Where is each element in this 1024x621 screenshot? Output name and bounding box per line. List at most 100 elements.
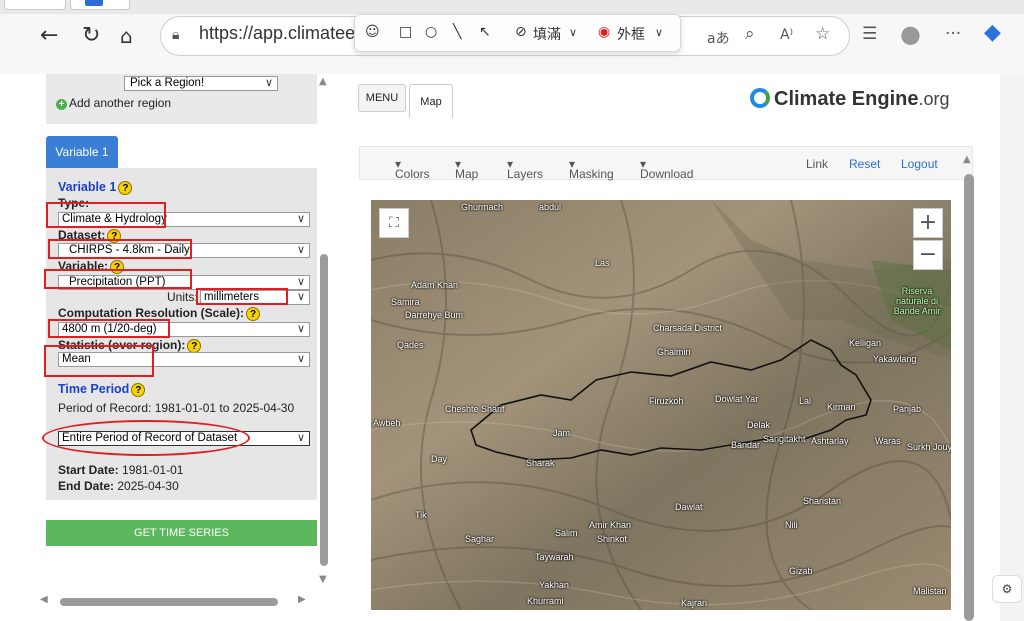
map-label: Tik: [415, 510, 427, 520]
map-label: Firuzkoh: [649, 396, 684, 406]
map-label: Day: [431, 454, 448, 464]
nav-link[interactable]: Link: [806, 157, 828, 171]
fill-none-icon[interactable]: ⊘: [515, 24, 527, 40]
main-scrollbar[interactable]: ▲: [962, 152, 976, 621]
map-label: Cheshte Sharif: [445, 404, 505, 414]
map-label: Kajran: [681, 598, 708, 608]
map-label: Surkh Jouy: [907, 442, 951, 452]
map-label: Charsada District: [653, 323, 723, 333]
sidebar: Pick a Region! ∨ + Add another region Vari…: [42, 74, 317, 621]
zoom-icon[interactable]: ⌕: [745, 24, 755, 44]
scroll-left-icon[interactable]: ◀: [40, 594, 48, 605]
read-aloud-icon[interactable]: aあ: [707, 28, 730, 48]
nav-reset[interactable]: Reset: [849, 157, 880, 171]
annotation-box: [196, 288, 288, 305]
refresh-icon[interactable]: ↻: [82, 24, 100, 48]
map-label: Riserva naturale di Bande Amir: [893, 286, 941, 316]
map-label: Waras: [875, 436, 901, 446]
border-label[interactable]: 外框: [617, 24, 645, 44]
main-scrollbar-thumb[interactable]: [964, 174, 974, 621]
scroll-right-icon[interactable]: ▶: [298, 594, 306, 605]
settings-icon[interactable]: ⚙: [992, 575, 1022, 603]
nav-map[interactable]: Map ▾: [455, 157, 478, 181]
fill-label[interactable]: 填滿: [533, 24, 561, 44]
nav-download[interactable]: Download ▾: [640, 157, 693, 181]
map-label: Dowlat Yar: [715, 394, 759, 404]
scroll-down-icon[interactable]: ▼: [319, 574, 327, 585]
start-date: Start Date: 1981-01-01: [58, 463, 184, 477]
nav-layers[interactable]: Layers ▾: [507, 157, 543, 181]
browser-tab-strip: [0, 0, 1024, 14]
annotation-box: [44, 269, 192, 289]
map-canvas[interactable]: ⛶ + − Adam Khan Samira Darrehye Bum Qade…: [371, 200, 951, 610]
hscrollbar-thumb[interactable]: [60, 598, 278, 606]
map-label: Ghurmach: [461, 202, 504, 212]
get-time-series-button[interactable]: GET TIME SERIES: [46, 520, 317, 546]
help-icon[interactable]: ?: [246, 306, 260, 321]
time-period-heading: Time Period?: [58, 382, 146, 397]
map-label: Yakhan: [539, 580, 569, 590]
map-label: Nili: [785, 520, 798, 530]
sidebar-area: Pick a Region! ∨ + Add another region Vari…: [0, 74, 336, 621]
add-region-link[interactable]: + Add another region: [56, 96, 171, 110]
plus-icon: +: [56, 99, 67, 110]
favorites-list-icon[interactable]: ☰: [862, 24, 877, 44]
browser-tab-active[interactable]: [70, 0, 130, 10]
map-label: Sharistan: [803, 496, 842, 506]
annotation-oval: [42, 420, 250, 456]
map-label: Darrehye Bum: [405, 310, 464, 320]
chevron-down-icon[interactable]: ∨: [569, 26, 577, 39]
favorite-star-icon[interactable]: ☆: [815, 24, 830, 44]
sidebar-scrollbar[interactable]: ▲ ▼: [317, 74, 336, 594]
map-label: Qades: [397, 340, 424, 350]
map-label: Ashtarlay: [811, 436, 849, 446]
sidebar-hscrollbar[interactable]: ◀ ▶: [36, 592, 316, 610]
line-tool-icon[interactable]: ╲: [453, 24, 461, 40]
fullscreen-icon[interactable]: ⛶: [379, 208, 409, 238]
map-label: abdul: [539, 202, 562, 212]
menu-button[interactable]: MENU: [358, 84, 406, 112]
copilot-icon[interactable]: ◆: [984, 20, 1001, 45]
tab-variable-1[interactable]: Variable 1: [46, 136, 118, 168]
back-icon[interactable]: ←: [40, 24, 58, 48]
draw-toolbar: ☺ □ ○ ╲ ↖ ⊘ 填滿 ∨ ◉ 外框 ∨: [354, 14, 681, 52]
annotation-box: [46, 202, 166, 228]
map-label: Sharak: [526, 458, 555, 468]
end-date: End Date: 2025-04-30: [58, 479, 179, 493]
zoom-in-button[interactable]: +: [913, 208, 943, 238]
home-icon[interactable]: ⌂: [120, 24, 133, 48]
nav-logout[interactable]: Logout: [901, 157, 938, 171]
climate-engine-logo: Climate Engine.org: [750, 88, 950, 111]
map-label: Ghalmin: [657, 347, 691, 357]
map-label: Bandar: [731, 440, 761, 450]
more-menu-icon[interactable]: ···: [945, 24, 961, 44]
zoom-out-button[interactable]: −: [913, 240, 943, 270]
scroll-up-icon[interactable]: ▲: [319, 76, 327, 87]
browser-tab[interactable]: [4, 0, 66, 10]
annotation-box: [48, 319, 170, 338]
map-label: Gizab: [789, 566, 813, 576]
map-label: Salim: [555, 528, 578, 538]
border-color-icon[interactable]: ◉: [598, 24, 610, 40]
map-label: Kelligan: [849, 338, 882, 348]
chevron-down-icon[interactable]: ∨: [655, 26, 663, 39]
map-label: Sangitakht: [763, 434, 806, 444]
profile-avatar-icon[interactable]: ●: [900, 20, 921, 48]
help-icon[interactable]: ?: [131, 382, 146, 397]
map-label: Awbeh: [373, 418, 401, 428]
main-panel: MENU Map Climate Engine.org Colors ▾ Map…: [336, 74, 1000, 621]
tab-map[interactable]: Map: [409, 84, 453, 118]
emoji-icon[interactable]: ☺: [365, 24, 380, 40]
region-select[interactable]: Pick a Region! ∨: [124, 76, 278, 91]
rectangle-tool-icon[interactable]: □: [399, 24, 412, 40]
help-icon[interactable]: ?: [118, 180, 133, 195]
nav-colors[interactable]: Colors ▾: [395, 157, 430, 181]
scrollbar-thumb[interactable]: [320, 254, 328, 566]
help-icon[interactable]: ?: [187, 338, 202, 353]
scroll-up-icon[interactable]: ▲: [963, 154, 971, 165]
arrow-tool-icon[interactable]: ↖: [479, 24, 491, 40]
ellipse-tool-icon[interactable]: ○: [425, 24, 437, 40]
immersive-reader-icon[interactable]: A⁾: [780, 27, 793, 43]
lock-icon[interactable]: 🔒︎: [172, 27, 179, 43]
nav-masking[interactable]: Masking ▾: [569, 157, 614, 181]
